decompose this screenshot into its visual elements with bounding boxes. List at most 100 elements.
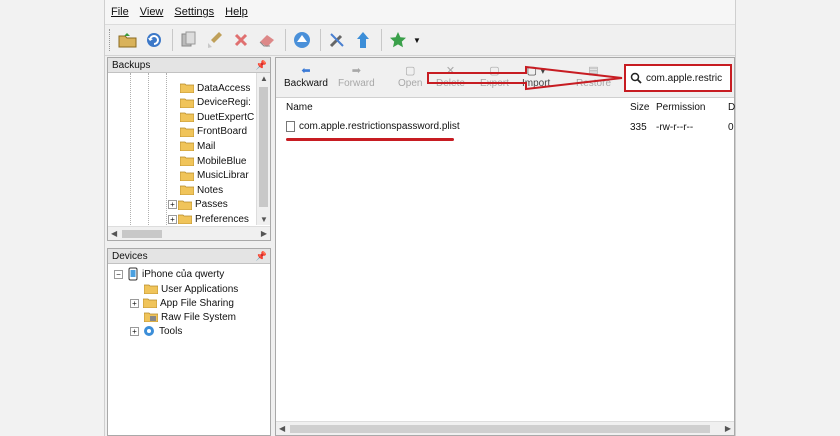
devices-title: Devices	[112, 250, 148, 262]
folder-icon	[180, 171, 194, 181]
file-size-cell: 335	[630, 122, 647, 133]
expand-icon[interactable]: +	[168, 200, 177, 210]
clean-icon[interactable]	[203, 28, 227, 52]
annotation-arrow	[427, 65, 623, 91]
open-backup-icon[interactable]	[116, 28, 140, 52]
device-item-raw-file-system[interactable]: Raw File System	[144, 310, 236, 324]
scroll-thumb[interactable]	[290, 425, 710, 433]
main-toolbar: ▼	[105, 24, 735, 56]
menu-file[interactable]: File	[111, 6, 129, 18]
file-icon	[286, 121, 295, 132]
backups-panel: Backups 📌 DataAccess DeviceRegi: DuetExper…	[107, 57, 271, 241]
raw-fs-icon	[144, 312, 158, 322]
search-box[interactable]	[624, 64, 732, 92]
file-list-header: Name Size Permission D	[276, 100, 735, 116]
scroll-thumb[interactable]	[259, 87, 268, 207]
file-browser-panel: ⬅ Backward ➡ Forward ▢ Open ✕ Delete ▢ E…	[275, 57, 735, 436]
tools-gear-icon	[144, 326, 154, 336]
folder-icon	[180, 156, 194, 166]
toolbar-separator	[285, 29, 286, 51]
scroll-right-icon[interactable]: ▶	[725, 424, 731, 433]
app-window: File View Settings Help ▼ Backups 📌 Data…	[104, 0, 736, 436]
device-item-user-applications[interactable]: User Applications	[144, 282, 238, 296]
favorite-icon[interactable]	[386, 28, 410, 52]
backups-tree[interactable]: DataAccess DeviceRegi: DuetExpertC FrontBoa…	[108, 73, 270, 225]
backups-header: Backups 📌	[108, 58, 270, 73]
backup-tree-item[interactable]: Mail	[180, 139, 215, 153]
folder-icon	[180, 185, 194, 196]
device-name: iPhone của qwerty	[142, 268, 225, 280]
scroll-left-icon[interactable]: ◀	[279, 424, 285, 433]
backup-tree-item[interactable]: + Passes	[168, 198, 228, 212]
backup-tree-item[interactable]: MusicLibrar	[180, 169, 249, 183]
menu-settings[interactable]: Settings	[174, 6, 214, 18]
toolbar-grip[interactable]	[109, 29, 112, 51]
folder-icon	[180, 141, 194, 152]
refresh-icon[interactable]	[142, 28, 166, 52]
backup-tree-item[interactable]: Notes	[180, 183, 223, 197]
column-size[interactable]: Size	[630, 102, 649, 113]
eraser-icon[interactable]	[255, 28, 279, 52]
scroll-up-icon[interactable]: ▲	[260, 74, 268, 83]
device-item-tools[interactable]: + Tools	[130, 324, 182, 338]
folder-icon	[178, 214, 192, 225]
favorite-dropdown-icon[interactable]: ▼	[413, 36, 421, 45]
backup-tree-item[interactable]: + Preferences	[168, 212, 249, 225]
backups-title: Backups	[112, 59, 151, 71]
forward-arrow-icon: ➡	[351, 65, 361, 77]
upload-icon[interactable]	[351, 28, 375, 52]
toolbar-separator	[320, 29, 321, 51]
folder-icon	[180, 83, 194, 93]
menu-help[interactable]: Help	[225, 6, 248, 18]
search-input[interactable]	[646, 72, 728, 84]
folder-icon	[178, 200, 192, 210]
folder-icon	[143, 298, 157, 308]
backups-horizontal-scrollbar[interactable]: ◀ ▶	[108, 226, 270, 240]
file-row[interactable]: com.apple.restrictionspassword.plist 335…	[276, 120, 734, 136]
backup-tree-item[interactable]: FrontBoard	[180, 125, 247, 139]
menu-bar: File View Settings Help	[105, 0, 735, 24]
column-name[interactable]: Name	[286, 102, 313, 113]
scroll-down-icon[interactable]: ▼	[260, 215, 268, 224]
pin-icon[interactable]: 📌	[256, 60, 267, 71]
backup-tree-item[interactable]: MobileBlue	[180, 154, 246, 168]
pin-icon[interactable]: 📌	[256, 251, 267, 262]
expand-icon[interactable]: +	[130, 298, 139, 308]
copy-icon[interactable]	[177, 28, 201, 52]
folder-icon	[144, 284, 158, 294]
scroll-right-icon[interactable]: ▶	[261, 229, 267, 238]
menu-view[interactable]: View	[140, 6, 164, 18]
folder-icon	[180, 98, 194, 108]
backup-tree-item[interactable]: DuetExpertC	[180, 110, 254, 124]
toolbar-separator	[172, 29, 173, 51]
devices-panel: Devices 📌 − iPhone của qwerty User Appli…	[107, 248, 271, 436]
expand-icon[interactable]: +	[130, 326, 139, 336]
file-list-horizontal-scrollbar[interactable]: ◀ ▶	[276, 421, 734, 435]
forward-button[interactable]: ➡ Forward	[338, 64, 375, 89]
back-arrow-icon: ⬅	[301, 65, 311, 77]
device-item-app-file-sharing[interactable]: + App File Sharing	[130, 296, 234, 310]
delete-icon[interactable]	[229, 28, 253, 52]
search-icon	[630, 72, 642, 84]
expand-icon[interactable]: +	[168, 214, 177, 224]
backup-tree-item[interactable]: DeviceRegi:	[180, 96, 251, 110]
backups-vertical-scrollbar[interactable]: ▲ ▼	[256, 73, 270, 225]
open-icon: ▢	[405, 65, 416, 77]
column-date[interactable]: D	[728, 102, 735, 113]
file-name-cell: com.apple.restrictionspassword.plist	[286, 121, 460, 132]
right-margin	[736, 0, 840, 436]
column-permission[interactable]: Permission	[656, 102, 705, 113]
tools-icon[interactable]	[325, 28, 349, 52]
open-button[interactable]: ▢ Open	[398, 64, 422, 89]
file-permission-cell: -rw-r--r--	[656, 122, 694, 133]
iphone-icon	[128, 267, 138, 281]
device-root[interactable]: − iPhone của qwerty	[114, 267, 224, 281]
up-icon[interactable]	[290, 28, 314, 52]
backup-tree-item[interactable]: DataAccess	[180, 81, 250, 95]
scroll-thumb[interactable]	[122, 230, 162, 238]
scroll-left-icon[interactable]: ◀	[111, 229, 117, 238]
collapse-icon[interactable]: −	[114, 269, 123, 279]
folder-icon	[180, 127, 194, 137]
backward-button[interactable]: ⬅ Backward	[284, 64, 328, 89]
file-browser-toolbar: ⬅ Backward ➡ Forward ▢ Open ✕ Delete ▢ E…	[276, 58, 734, 98]
